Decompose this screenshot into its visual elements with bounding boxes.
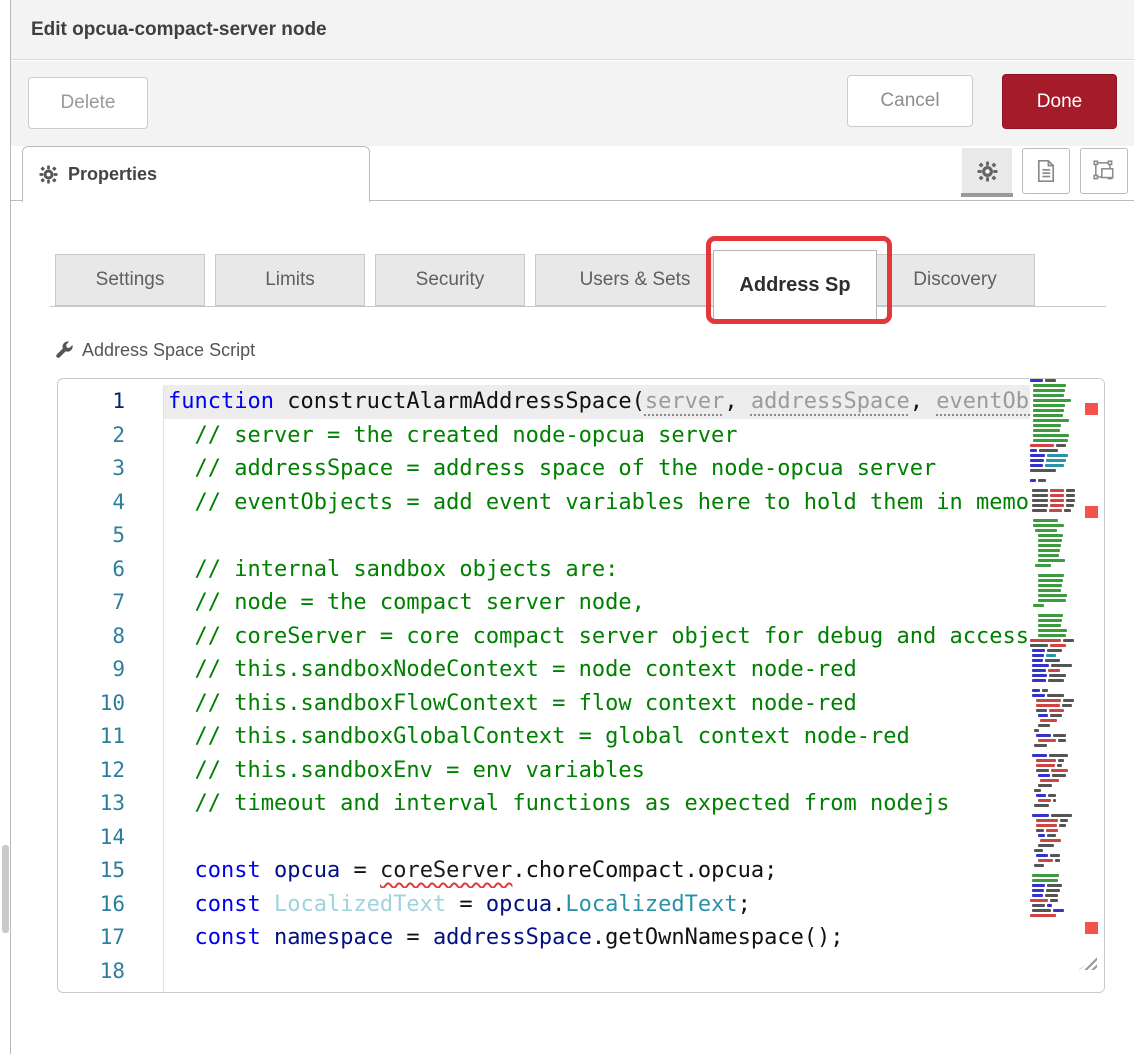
error-marker <box>1085 922 1098 934</box>
code-line[interactable]: 10 // this.sandboxFlowContext = flow con… <box>58 687 1030 721</box>
code-lines: 1function constructAlarmAddressSpace(ser… <box>58 385 1030 993</box>
code-line[interactable]: 5 <box>58 519 1030 553</box>
code-text <box>164 519 1030 553</box>
code-line[interactable]: 11 // this.sandboxGlobalContext = global… <box>58 720 1030 754</box>
code-text: // timeout and interval functions as exp… <box>164 787 1030 821</box>
line-number: 2 <box>58 419 164 453</box>
editor-tab-row: Properties <box>11 146 1134 201</box>
line-number: 10 <box>58 687 164 721</box>
code-line[interactable]: 18 <box>58 955 1030 989</box>
code-text: function constructAlarmAddressSpace(serv… <box>164 385 1030 419</box>
code-line[interactable]: 13 // timeout and interval functions as … <box>58 787 1030 821</box>
code-text: // this.sandboxGlobalContext = global co… <box>164 720 1030 754</box>
error-marker <box>1085 506 1098 518</box>
line-number: 19 <box>58 988 164 993</box>
code-line[interactable]: 12 // this.sandboxEnv = env variables <box>58 754 1030 788</box>
edit-node-dialog: Edit opcua-compact-server node Delete Ca… <box>0 0 1134 1054</box>
node-tab-security[interactable]: Security <box>375 254 525 306</box>
code-text: // node = the compact server node, <box>164 586 1030 620</box>
gear-icon <box>39 165 58 184</box>
code-line[interactable]: 3 // addressSpace = address space of the… <box>58 452 1030 486</box>
appearance-icon <box>1092 159 1116 183</box>
code-text: // eventObjects = add event variables he… <box>164 486 1030 520</box>
line-number: 3 <box>58 452 164 486</box>
line-number: 6 <box>58 553 164 587</box>
dialog-header: Edit opcua-compact-server node <box>11 0 1134 60</box>
code-line[interactable]: 16 const LocalizedText = opcua.Localized… <box>58 888 1030 922</box>
code-line[interactable]: 1function constructAlarmAddressSpace(ser… <box>58 385 1030 419</box>
description-icon-button[interactable] <box>1022 148 1070 194</box>
code-line[interactable]: 7 // node = the compact server node, <box>58 586 1030 620</box>
done-button[interactable]: Done <box>1002 74 1117 129</box>
dialog-toolbar: Delete Cancel Done <box>11 61 1134 146</box>
code-text: // server = the created node-opcua serve… <box>164 419 1030 453</box>
editor-minimap[interactable] <box>1030 379 1075 992</box>
line-number: 4 <box>58 486 164 520</box>
properties-icon-button[interactable] <box>962 148 1012 194</box>
line-number: 12 <box>58 754 164 788</box>
code-text: const Variant = opcua.Variant; <box>164 988 1030 993</box>
address-space-script-label: Address Space Script <box>55 340 255 361</box>
line-number: 9 <box>58 653 164 687</box>
tab-properties-label: Properties <box>68 164 157 185</box>
error-marker <box>1085 403 1098 415</box>
node-tab-users-sets[interactable]: Users & Sets <box>535 254 735 306</box>
code-text: const LocalizedText = opcua.LocalizedTex… <box>164 888 1030 922</box>
section-label-text: Address Space Script <box>82 340 255 361</box>
code-line[interactable]: 6 // internal sandbox objects are: <box>58 553 1030 587</box>
delete-button[interactable]: Delete <box>28 77 148 129</box>
document-icon <box>1035 159 1057 183</box>
node-tab-limits[interactable]: Limits <box>215 254 365 306</box>
code-text: // coreServer = core compact server obje… <box>164 620 1030 654</box>
appearance-icon-button[interactable] <box>1080 148 1128 194</box>
line-number: 17 <box>58 921 164 955</box>
dialog-title: Edit opcua-compact-server node <box>31 19 327 41</box>
node-tab-settings[interactable]: Settings <box>55 254 205 306</box>
line-number: 5 <box>58 519 164 553</box>
code-editor[interactable]: 1function constructAlarmAddressSpace(ser… <box>57 378 1105 993</box>
cancel-button[interactable]: Cancel <box>847 75 973 127</box>
code-text: const opcua = coreServer.choreCompact.op… <box>164 854 1030 888</box>
code-line[interactable]: 14 <box>58 821 1030 855</box>
code-line[interactable]: 19 const Variant = opcua.Variant; <box>58 988 1030 993</box>
code-line[interactable]: 9 // this.sandboxNodeContext = node cont… <box>58 653 1030 687</box>
node-tabs-baseline <box>50 306 1106 307</box>
code-text: // this.sandboxEnv = env variables <box>164 754 1030 788</box>
code-line[interactable]: 17 const namespace = addressSpace.getOwn… <box>58 921 1030 955</box>
code-text <box>164 821 1030 855</box>
line-number: 18 <box>58 955 164 989</box>
code-text: // this.sandboxFlowContext = flow contex… <box>164 687 1030 721</box>
code-text: // internal sandbox objects are: <box>164 553 1030 587</box>
code-line[interactable]: 4 // eventObjects = add event variables … <box>58 486 1030 520</box>
line-number: 14 <box>58 821 164 855</box>
gear-icon <box>977 161 998 182</box>
line-number: 11 <box>58 720 164 754</box>
tray-resize-handle[interactable] <box>2 845 9 933</box>
code-text: // this.sandboxNodeContext = node contex… <box>164 653 1030 687</box>
line-number: 7 <box>58 586 164 620</box>
code-text: // addressSpace = address space of the n… <box>164 452 1030 486</box>
line-number: 16 <box>58 888 164 922</box>
tab-properties[interactable]: Properties <box>22 146 370 202</box>
line-number: 8 <box>58 620 164 654</box>
node-tab-discovery[interactable]: Discovery <box>875 254 1035 306</box>
code-line[interactable]: 15 const opcua = coreServer.choreCompact… <box>58 854 1030 888</box>
code-text: const namespace = addressSpace.getOwnNam… <box>164 921 1030 955</box>
code-line[interactable]: 2 // server = the created node-opcua ser… <box>58 419 1030 453</box>
wrench-icon <box>55 341 74 360</box>
line-number: 15 <box>58 854 164 888</box>
line-number: 13 <box>58 787 164 821</box>
code-line[interactable]: 8 // coreServer = core compact server ob… <box>58 620 1030 654</box>
code-text <box>164 955 1030 989</box>
line-number: 1 <box>58 385 164 419</box>
node-tab-address-sp[interactable]: Address Sp <box>713 250 877 320</box>
overview-ruler <box>1075 379 1104 992</box>
